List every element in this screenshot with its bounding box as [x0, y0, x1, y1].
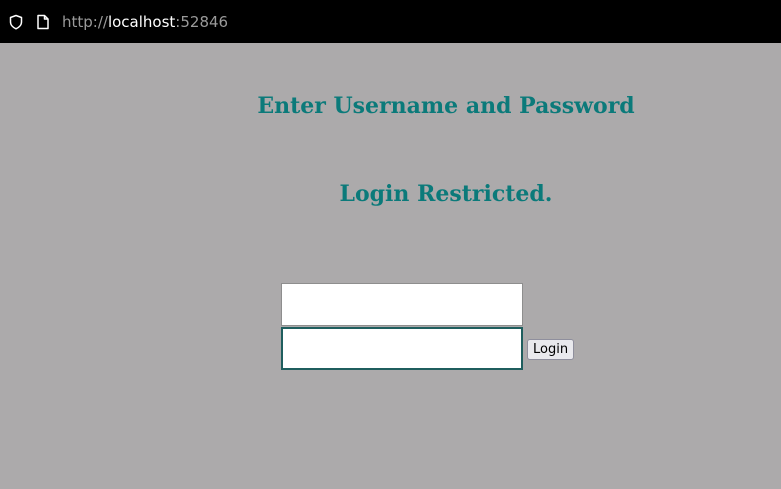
url-port: :52846	[175, 13, 229, 31]
username-input[interactable]	[281, 283, 523, 326]
password-input[interactable]	[281, 327, 523, 370]
url-text[interactable]: http://localhost:52846	[62, 12, 228, 32]
url-host: localhost	[107, 13, 176, 31]
page-icon	[37, 14, 49, 30]
login-page: Enter Username and Password Login Restri…	[0, 43, 781, 489]
restriction-message: Login Restricted.	[339, 181, 553, 207]
browser-address-bar: http://localhost:52846	[0, 0, 781, 43]
login-button[interactable]: Login	[527, 339, 575, 360]
page-title: Enter Username and Password	[257, 93, 635, 119]
shield-icon[interactable]	[8, 14, 24, 30]
url-scheme: http://	[62, 13, 108, 31]
